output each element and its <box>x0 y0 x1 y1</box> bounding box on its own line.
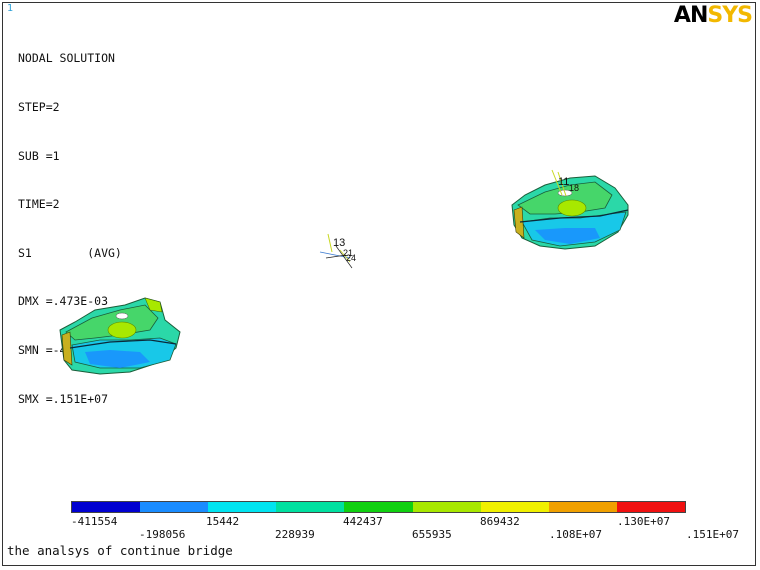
node-label-24: 24 <box>346 253 356 263</box>
legend-swatch-8 <box>548 502 617 512</box>
legend-label-bottom-3: 655935 <box>412 528 452 541</box>
model-part-right <box>511 169 629 250</box>
model-viewport[interactable]: 11 18 13 21 24 <box>0 0 760 570</box>
legend-swatch-1 <box>72 502 141 512</box>
legend-label-bottom-5: .151E+07 <box>686 528 739 541</box>
legend-label-bottom-4: .108E+07 <box>549 528 602 541</box>
legend-label-top-1: -411554 <box>71 515 118 528</box>
contour-legend-bar <box>71 501 686 513</box>
model-part-left <box>59 297 181 375</box>
legend-label-top-2: 15442 <box>206 515 240 528</box>
legend-label-bottom-2: 228939 <box>275 528 315 541</box>
legend-label-top-5: .130E+07 <box>617 515 670 528</box>
legend-swatch-6 <box>412 502 481 512</box>
legend-swatch-4 <box>276 502 345 512</box>
legend-swatch-5 <box>344 502 413 512</box>
legend-swatch-3 <box>208 502 277 512</box>
node-label-11: 11 <box>558 176 569 188</box>
legend-label-top-3: 442437 <box>343 515 383 528</box>
plot-caption: the analsys of continue bridge <box>7 543 233 558</box>
legend-swatch-2 <box>140 502 209 512</box>
legend-swatch-7 <box>480 502 549 512</box>
legend-label-bottom-1: -198056 <box>139 528 186 541</box>
legend-label-top-4: 869432 <box>480 515 520 528</box>
legend-swatch-9 <box>616 502 685 512</box>
node-label-18: 18 <box>569 183 579 193</box>
